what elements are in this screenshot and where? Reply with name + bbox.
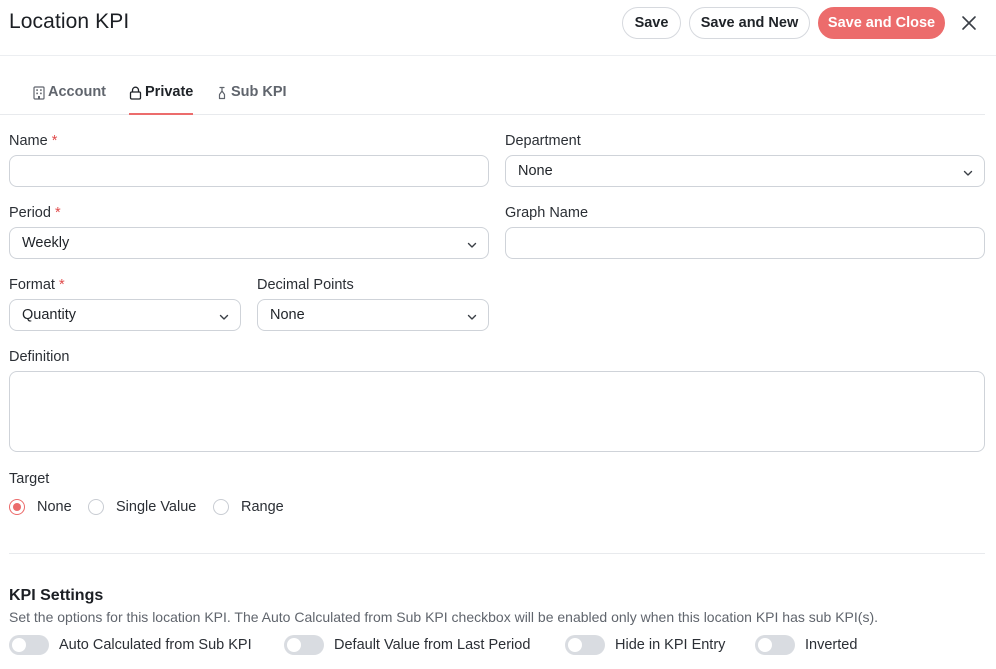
department-label: Department	[505, 133, 581, 149]
decimal-points-value: None	[270, 307, 305, 323]
toggle-switch[interactable]	[9, 635, 49, 655]
toggle-hide-in-kpi-entry[interactable]: Hide in KPI Entry	[565, 635, 725, 655]
toggle-label: Inverted	[805, 637, 858, 653]
graph-name-label: Graph Name	[505, 205, 589, 221]
period-label-text: Period	[9, 205, 51, 221]
radio-label: Single Value	[116, 499, 197, 515]
radio-button[interactable]	[9, 499, 25, 515]
name-label-text: Name	[9, 133, 48, 149]
department-select[interactable]: None	[505, 155, 985, 187]
tab-sub-kpi-label: Sub KPI	[231, 84, 287, 100]
radio-button[interactable]	[213, 499, 229, 515]
tab-private-label: Private	[145, 84, 194, 100]
decimal-points-select[interactable]: None	[257, 299, 489, 331]
format-select[interactable]: Quantity	[9, 299, 241, 331]
format-label-text: Format	[9, 277, 55, 293]
tab-account[interactable]: Account	[33, 84, 106, 115]
toggle-switch[interactable]	[565, 635, 605, 655]
close-icon[interactable]	[958, 12, 980, 34]
building-icon	[33, 84, 45, 104]
department-value: None	[518, 163, 553, 179]
required-mark: *	[58, 277, 65, 293]
target-radio-range[interactable]: Range	[213, 497, 284, 517]
toggle-label: Auto Calculated from Sub KPI	[59, 637, 252, 653]
format-value: Quantity	[22, 307, 76, 323]
target-label: Target	[9, 471, 50, 487]
required-mark: *	[51, 133, 58, 149]
save-and-new-button[interactable]: Save and New	[689, 7, 810, 39]
radio-label: None	[37, 499, 72, 515]
decimal-points-label: Decimal Points	[257, 277, 354, 293]
chevron-down-icon	[218, 310, 230, 328]
definition-textarea[interactable]	[9, 371, 985, 452]
tab-account-label: Account	[48, 84, 106, 100]
section-divider	[9, 553, 985, 554]
period-label: Period *	[9, 205, 61, 221]
header-bar: Location KPI Save Save and New Save and …	[0, 0, 996, 56]
radio-label: Range	[241, 499, 284, 515]
kpi-settings-description: Set the options for this location KPI. T…	[9, 609, 878, 625]
chevron-down-icon	[962, 166, 974, 184]
required-mark: *	[54, 205, 61, 221]
toggle-label: Default Value from Last Period	[334, 637, 531, 653]
save-and-close-button[interactable]: Save and Close	[818, 7, 945, 39]
lock-icon	[129, 84, 142, 104]
toggle-inverted[interactable]: Inverted	[755, 635, 857, 655]
toggle-switch[interactable]	[755, 635, 795, 655]
name-label: Name *	[9, 133, 57, 149]
period-select[interactable]: Weekly	[9, 227, 489, 259]
toggle-switch[interactable]	[284, 635, 324, 655]
graph-name-input[interactable]	[505, 227, 985, 259]
kpi-settings-title: KPI Settings	[9, 587, 104, 604]
name-input[interactable]	[9, 155, 489, 187]
page-title: Location KPI	[9, 10, 130, 33]
tab-bar: Account Private Sub KPI	[0, 80, 985, 115]
period-value: Weekly	[22, 235, 70, 251]
link-icon	[216, 84, 228, 104]
toggle-label: Hide in KPI Entry	[615, 637, 726, 653]
tab-sub-kpi[interactable]: Sub KPI	[216, 84, 287, 115]
radio-button[interactable]	[88, 499, 104, 515]
tab-private[interactable]: Private	[129, 84, 193, 115]
toggle-auto-calculated[interactable]: Auto Calculated from Sub KPI	[9, 635, 252, 655]
save-button[interactable]: Save	[622, 7, 681, 39]
chevron-down-icon	[466, 310, 478, 328]
target-radio-single-value[interactable]: Single Value	[88, 497, 196, 517]
format-label: Format *	[9, 277, 65, 293]
target-radio-none[interactable]: None	[9, 497, 72, 517]
definition-label: Definition	[9, 349, 70, 365]
toggle-default-value[interactable]: Default Value from Last Period	[284, 635, 530, 655]
chevron-down-icon	[466, 238, 478, 256]
